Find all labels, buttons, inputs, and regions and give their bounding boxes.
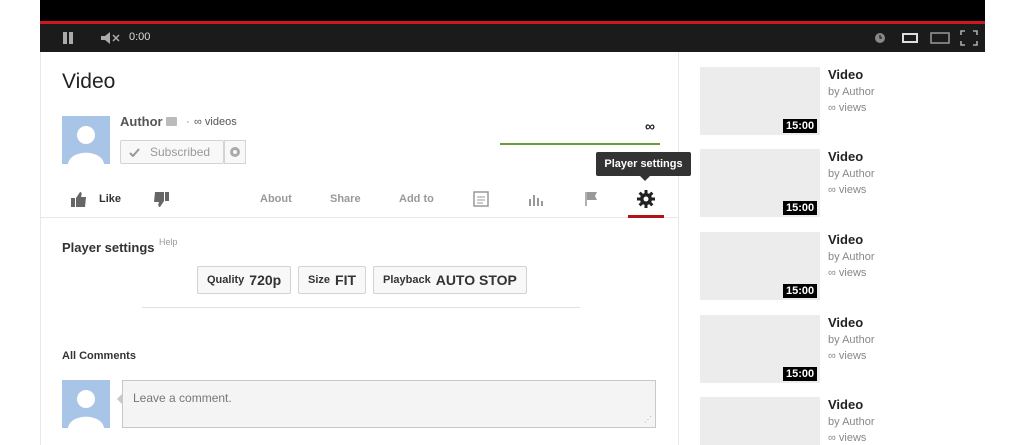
flag-icon [585, 192, 597, 206]
thumbs-up-icon [71, 191, 86, 207]
comment-input[interactable]: Leave a comment. ⋰ [117, 380, 656, 428]
video-thumbnail[interactable]: 15:00 [700, 67, 820, 135]
active-tab-indicator [628, 215, 664, 218]
related-title[interactable]: Video [828, 232, 863, 247]
related-title[interactable]: Video [828, 315, 863, 330]
main-content: Video Author · ∞ videos Subscribed ∞ Lik… [40, 52, 679, 445]
statistics-tab[interactable] [528, 180, 544, 218]
subscribed-button[interactable]: Subscribed [120, 140, 224, 164]
action-bar: Like About Share Add to [41, 180, 679, 218]
related-video[interactable]: 15:00 Video by Author ∞ views [700, 232, 970, 302]
fullscreen-icon[interactable] [958, 24, 980, 52]
all-comments-title: All Comments [62, 350, 136, 362]
quality-value: 720p [249, 272, 282, 288]
related-video[interactable]: 15:00 Video by Author ∞ views [700, 315, 970, 385]
playback-key: Playback [383, 274, 431, 286]
statistics-icon [529, 195, 543, 206]
separator-dot: · [186, 116, 190, 128]
player-controls: 0:00 [40, 24, 985, 52]
transcript-tab[interactable] [473, 180, 489, 218]
small-player-icon[interactable] [900, 24, 920, 52]
transcript-icon [473, 191, 489, 207]
like-button[interactable]: Like [71, 180, 121, 218]
video-thumbnail[interactable]: 15:00 [700, 149, 820, 217]
duration-badge: 15:00 [783, 284, 818, 298]
quality-option[interactable]: Quality 720p [197, 266, 292, 294]
related-title[interactable]: Video [828, 149, 863, 164]
author-name[interactable]: Author [120, 114, 163, 129]
related-author: by Author [828, 334, 875, 346]
size-value: FIT [335, 272, 357, 288]
related-video[interactable]: 15:00 Video by Author ∞ views [700, 67, 970, 137]
related-views: ∞ views [828, 350, 867, 362]
video-player[interactable]: 0:00 [40, 0, 985, 52]
divider [142, 307, 580, 308]
help-link[interactable]: Help [159, 237, 178, 247]
like-label: Like [99, 193, 122, 205]
comment-placeholder: Leave a comment. [133, 391, 232, 405]
tab-add-to[interactable]: Add to [399, 180, 434, 218]
player-settings-tooltip: Player settings [596, 152, 691, 181]
video-thumbnail[interactable] [700, 397, 820, 445]
pause-icon[interactable] [58, 24, 78, 52]
user-avatar [62, 380, 110, 428]
tooltip-text: Player settings [604, 158, 683, 170]
author-avatar[interactable] [62, 116, 110, 164]
gear-icon [230, 147, 240, 157]
duration-badge: 15:00 [783, 119, 818, 133]
related-author: by Author [828, 168, 875, 180]
checkmark-icon [129, 147, 140, 157]
resize-grip-icon[interactable]: ⋰ [644, 415, 652, 424]
related-video[interactable]: 15:00 Video by Author ∞ views [700, 149, 970, 219]
related-author: by Author [828, 416, 875, 428]
video-thumbnail[interactable]: 15:00 [700, 315, 820, 383]
size-key: Size [308, 274, 331, 286]
related-author: by Author [828, 251, 875, 263]
large-player-icon[interactable] [929, 24, 951, 52]
duration-badge: 15:00 [783, 367, 818, 381]
volume-icon[interactable] [98, 24, 122, 52]
related-title[interactable]: Video [828, 67, 863, 82]
gear-icon [637, 190, 655, 208]
related-video[interactable]: Video by Author ∞ views [700, 397, 970, 445]
related-views: ∞ views [828, 432, 867, 444]
subscription-settings-button[interactable] [224, 140, 246, 164]
report-tab[interactable] [584, 180, 600, 218]
related-title[interactable]: Video [828, 397, 863, 412]
comment-pointer [117, 393, 123, 405]
playback-option[interactable]: Playback AUTO STOP [373, 266, 527, 294]
video-thumbnail[interactable]: 15:00 [700, 232, 820, 300]
related-author: by Author [828, 86, 875, 98]
tab-share[interactable]: Share [330, 180, 361, 218]
related-views: ∞ views [828, 184, 867, 196]
verified-icon [166, 117, 177, 126]
tooltip-arrow [640, 176, 650, 181]
related-views: ∞ views [828, 267, 867, 279]
videos-count[interactable]: ∞ videos [194, 116, 237, 128]
playback-value: AUTO STOP [435, 272, 517, 288]
thumbs-down-icon [154, 191, 169, 207]
related-views: ∞ views [828, 102, 867, 114]
time-display: 0:00 [129, 31, 151, 43]
subscribed-label: Subscribed [150, 145, 211, 159]
view-count: ∞ [645, 118, 655, 134]
duration-badge: 15:00 [783, 201, 818, 215]
player-settings-tab[interactable] [637, 180, 655, 218]
tab-about[interactable]: About [260, 180, 292, 218]
clock-icon[interactable] [872, 24, 888, 52]
video-title: Video [62, 70, 116, 93]
size-option[interactable]: Size FIT [298, 266, 367, 294]
player-settings-title: Player settings [62, 240, 155, 255]
quality-key: Quality [207, 274, 245, 286]
dislike-button[interactable] [153, 180, 169, 218]
like-ratio-bar [500, 143, 660, 145]
